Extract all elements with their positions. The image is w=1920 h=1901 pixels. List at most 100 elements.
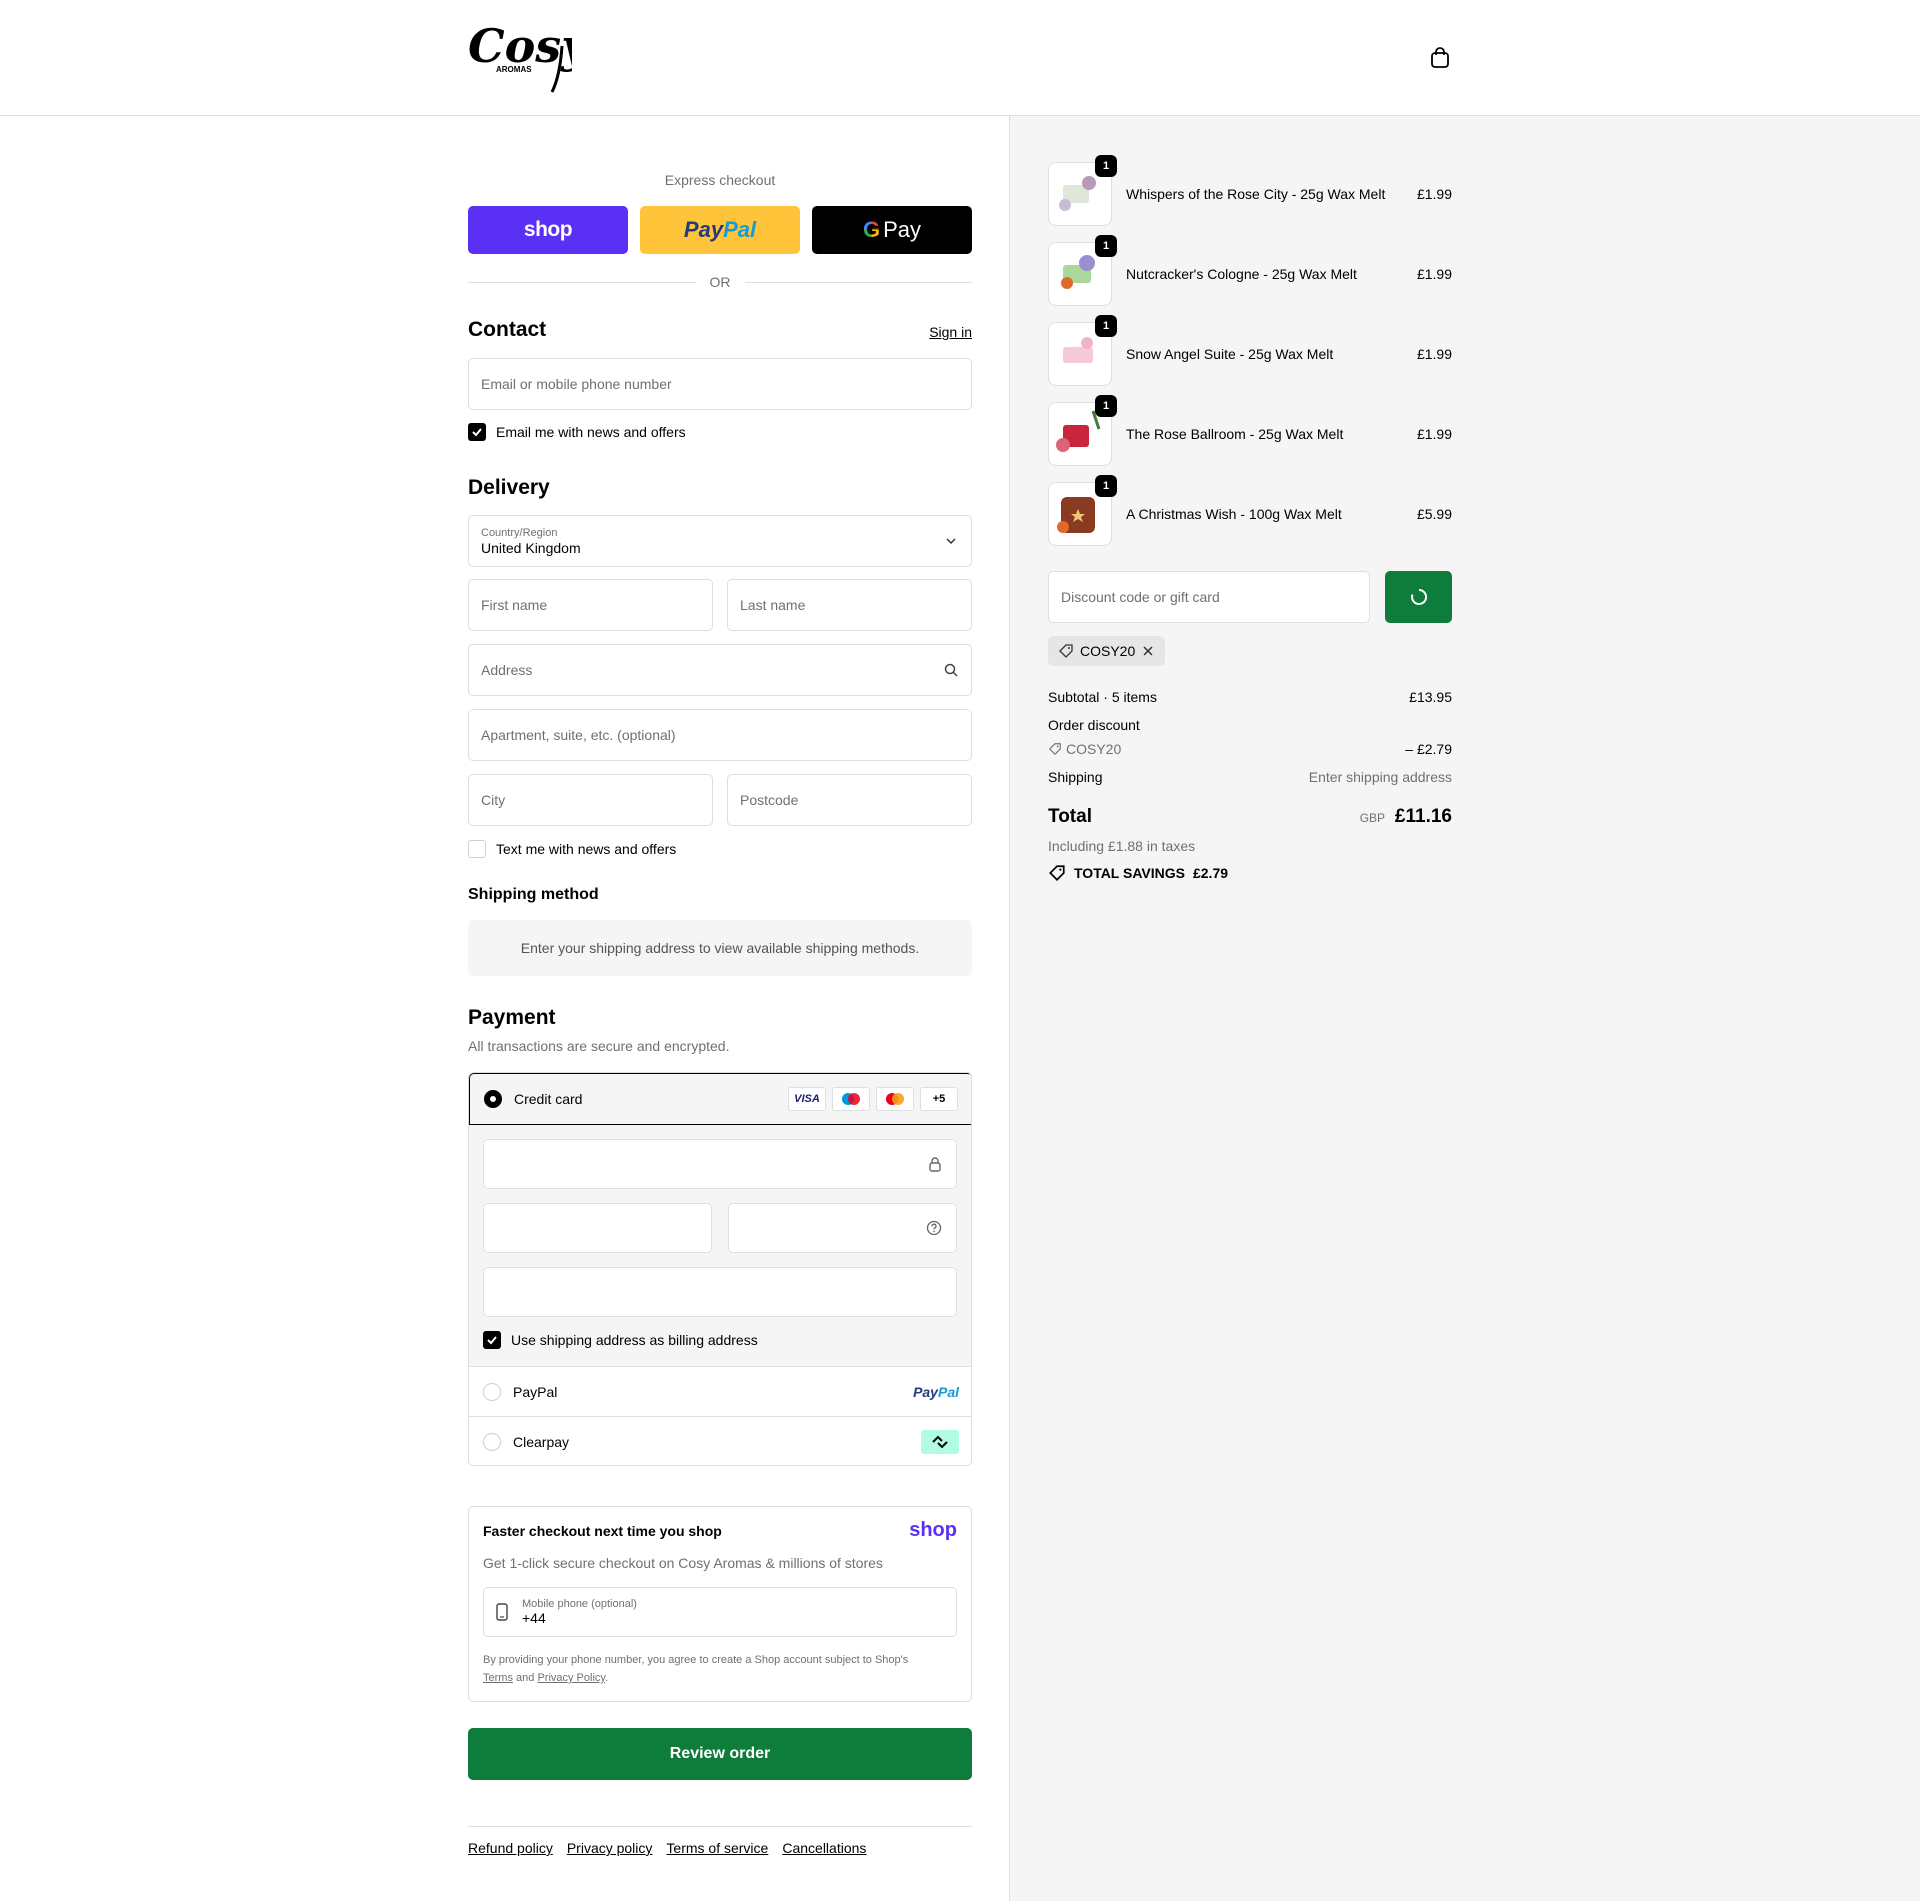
first-name-placeholder: First name: [481, 597, 548, 613]
privacy-policy-link[interactable]: Privacy Policy: [537, 1672, 605, 1684]
country-select[interactable]: Country/Region United Kingdom: [468, 515, 972, 567]
site-header: Cosy AROMAS: [0, 0, 1920, 116]
discount-code-row: COSY20 – £2.79: [1048, 741, 1452, 757]
product-name: The Rose Ballroom - 25g Wax Melt: [1126, 426, 1344, 442]
express-checkout-buttons: shop Pay Pal G Pay: [468, 206, 972, 254]
shop-logo: shop: [909, 1519, 957, 1541]
tag-icon: [1059, 644, 1073, 658]
credit-card-label: Credit card: [514, 1091, 583, 1107]
google-pay-button[interactable]: G Pay: [812, 206, 972, 254]
search-icon[interactable]: [943, 662, 959, 678]
footer-divider: [468, 1826, 972, 1827]
subtotal-value: £13.95: [1409, 689, 1452, 705]
clearpay-logo-icon: [921, 1430, 959, 1454]
line-item: 1 Whispers of the Rose City - 25g Wax Me…: [1048, 155, 1452, 226]
shipping-method-heading: Shipping method: [468, 886, 599, 903]
discount-code-field[interactable]: Discount code or gift card: [1048, 571, 1370, 623]
billing-same-label: Use shipping address as billing address: [511, 1332, 758, 1348]
paypal-label-pay: Pay: [683, 217, 724, 242]
credit-card-form: Use shipping address as billing address: [469, 1125, 971, 1367]
quantity-badge: 1: [1095, 315, 1117, 337]
paypal-express-button[interactable]: Pay Pal: [640, 206, 800, 254]
line-item: 1 A Christmas Wish - 100g Wax Melt £5.99: [1048, 475, 1452, 546]
product-price: £1.99: [1416, 186, 1452, 202]
security-code-field[interactable]: [728, 1203, 957, 1253]
paypal-label-pal: Pal: [723, 217, 757, 242]
email-placeholder: Email or mobile phone number: [481, 376, 672, 392]
sign-in-link[interactable]: Sign in: [929, 324, 972, 340]
postcode-field[interactable]: Postcode: [727, 774, 972, 826]
email-offers-checkbox[interactable]: [468, 423, 486, 441]
apply-discount-button[interactable]: [1385, 571, 1452, 623]
shipping-method-notice: Enter your shipping address to view avai…: [468, 920, 972, 976]
more-cards-badge: +5: [920, 1087, 958, 1111]
mobile-phone-label: Mobile phone (optional): [522, 1598, 637, 1610]
privacy-policy-footer-link[interactable]: Privacy policy: [567, 1840, 653, 1856]
or-label: OR: [709, 274, 731, 290]
email-offers-checkbox-row[interactable]: Email me with news and offers: [468, 423, 686, 441]
apartment-placeholder: Apartment, suite, etc. (optional): [481, 727, 676, 743]
text-offers-checkbox[interactable]: [468, 840, 486, 858]
chevron-down-icon: [946, 538, 956, 545]
address-field[interactable]: Address: [468, 644, 972, 696]
first-name-field[interactable]: First name: [468, 579, 713, 631]
product-thumbnail: 1: [1048, 475, 1117, 546]
paypal-option[interactable]: PayPal PayPal: [469, 1367, 971, 1417]
savings-value: £2.79: [1192, 865, 1229, 881]
expiry-date-field[interactable]: [483, 1203, 712, 1253]
country-value: United Kingdom: [481, 539, 581, 556]
legal-and: and: [516, 1672, 535, 1684]
remove-discount-icon[interactable]: [1141, 644, 1155, 658]
text-offers-checkbox-row[interactable]: Text me with news and offers: [468, 840, 676, 858]
total-row: Total GBP £11.16: [1048, 806, 1452, 828]
product-thumbnail: 1: [1048, 395, 1117, 466]
product-price: £1.99: [1416, 426, 1452, 442]
address-placeholder: Address: [481, 662, 533, 678]
line-item: 1 The Rose Ballroom - 25g Wax Melt £1.99: [1048, 395, 1452, 466]
discount-value: – £2.79: [1405, 741, 1452, 757]
card-number-field[interactable]: [483, 1139, 957, 1189]
billing-same-checkbox[interactable]: [483, 1331, 501, 1349]
checkmark-icon: [487, 1336, 497, 1345]
cosy-aromas-logo[interactable]: Cosy AROMAS: [466, 16, 572, 96]
mobile-phone-field[interactable]: Mobile phone (optional) +44: [483, 1587, 957, 1637]
paypal-radio[interactable]: [483, 1382, 501, 1401]
payment-methods: Credit card VISA +5 Use shipping address…: [468, 1072, 972, 1466]
shop-pay-button[interactable]: shop: [468, 206, 628, 254]
loading-spinner-icon: [1410, 588, 1427, 605]
clearpay-option[interactable]: Clearpay: [469, 1417, 971, 1465]
terms-link[interactable]: Terms: [483, 1672, 513, 1684]
shop-pay-legal: By providing your phone number, you agre…: [483, 1654, 909, 1684]
last-name-placeholder: Last name: [740, 597, 806, 613]
help-icon[interactable]: [926, 1220, 942, 1236]
clearpay-radio[interactable]: [483, 1433, 501, 1451]
savings-label: TOTAL SAVINGS: [1074, 865, 1185, 881]
quantity-badge: 1: [1095, 155, 1117, 177]
shopping-bag-icon[interactable]: [1428, 46, 1452, 70]
billing-same-checkbox-row[interactable]: Use shipping address as billing address: [483, 1331, 758, 1349]
contact-heading: Contact: [468, 318, 547, 341]
last-name-field[interactable]: Last name: [727, 579, 972, 631]
credit-card-radio[interactable]: [484, 1090, 502, 1108]
cancellations-link[interactable]: Cancellations: [782, 1840, 866, 1856]
credit-card-option[interactable]: Credit card VISA +5: [469, 1073, 971, 1125]
name-on-card-field[interactable]: [483, 1267, 957, 1317]
product-name: Nutcracker's Cologne - 25g Wax Melt: [1126, 266, 1357, 282]
email-field[interactable]: Email or mobile phone number: [468, 358, 972, 410]
maestro-icon: [832, 1087, 870, 1111]
city-field[interactable]: City: [468, 774, 713, 826]
line-item: 1 Snow Angel Suite - 25g Wax Melt £1.99: [1048, 315, 1452, 386]
payment-heading: Payment: [468, 1006, 556, 1029]
google-pay-label: Pay: [883, 217, 922, 242]
product-price: £1.99: [1416, 266, 1452, 282]
clearpay-option-label: Clearpay: [513, 1434, 570, 1450]
shipping-label: Shipping: [1048, 769, 1103, 785]
review-order-button[interactable]: Review order: [468, 1728, 972, 1780]
terms-of-service-link[interactable]: Terms of service: [666, 1840, 768, 1856]
apartment-field[interactable]: Apartment, suite, etc. (optional): [468, 709, 972, 761]
shipping-method-message: Enter your shipping address to view avai…: [520, 940, 920, 956]
refund-policy-link[interactable]: Refund policy: [468, 1840, 553, 1856]
shop-pay-subtitle: Get 1-click secure checkout on Cosy Arom…: [483, 1555, 883, 1571]
discount-code-label: COSY20: [1066, 741, 1122, 757]
checkmark-icon: [472, 428, 482, 437]
